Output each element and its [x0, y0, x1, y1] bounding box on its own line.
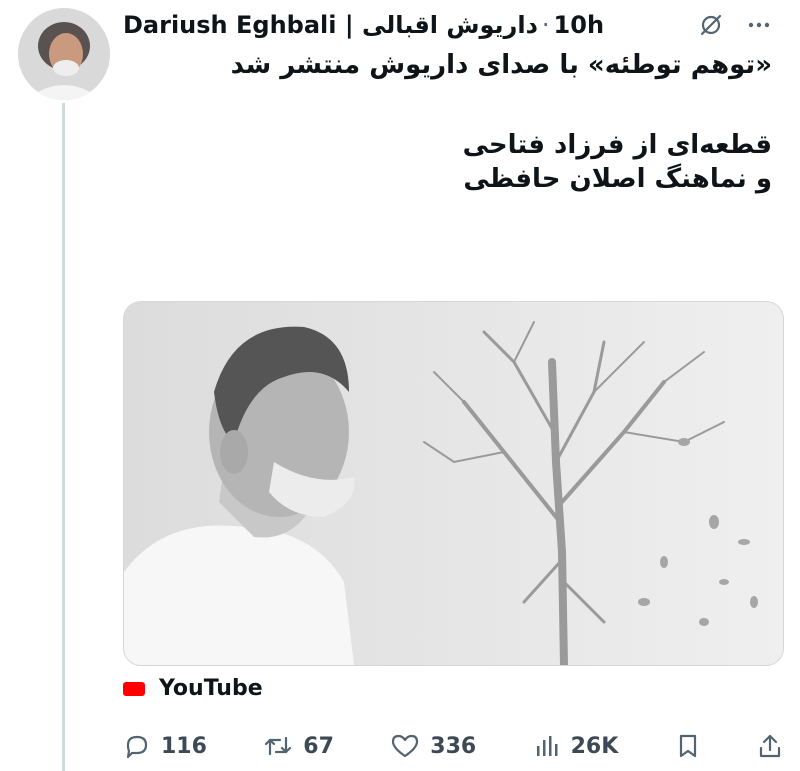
action-bar: 116 67 336 26K: [123, 731, 783, 761]
youtube-icon: [123, 681, 145, 696]
repost-count: 67: [303, 733, 334, 759]
header-separator: ·: [541, 11, 550, 39]
tweet-text-line-3: و نماهنگ اصلان حافظی: [463, 164, 772, 194]
author-avatar[interactable]: [18, 8, 110, 100]
views-button[interactable]: 26K: [533, 732, 619, 760]
link-source[interactable]: YouTube: [123, 676, 263, 701]
reply-count: 116: [161, 733, 207, 759]
views-count: 26K: [570, 733, 619, 759]
tweet-text-line-1: «توهم توطئه» با صدای داریوش منتشر شد: [230, 50, 772, 80]
link-card-image[interactable]: [123, 301, 784, 666]
like-button[interactable]: 336: [390, 732, 476, 760]
share-button[interactable]: [757, 732, 783, 760]
header-icons: [698, 12, 772, 38]
tweet-text-line-2: قطعه‌ای از فرزاد فتاحی: [462, 130, 772, 160]
grok-icon[interactable]: [698, 12, 724, 38]
reply-button[interactable]: 116: [123, 732, 207, 760]
thread-line: [62, 103, 65, 771]
bookmark-button[interactable]: [675, 732, 701, 760]
post-header: Dariush Eghbali | داریوش اقبالی · 10h: [123, 9, 604, 41]
more-icon[interactable]: [746, 12, 772, 38]
views-icon: [533, 732, 561, 760]
reply-icon: [123, 732, 151, 760]
like-icon: [390, 732, 420, 760]
bookmark-icon: [675, 732, 701, 760]
repost-button[interactable]: 67: [263, 732, 334, 760]
link-source-label: YouTube: [159, 676, 263, 701]
author-name[interactable]: Dariush Eghbali | داریوش اقبالی: [123, 11, 538, 39]
post-time[interactable]: 10h: [554, 11, 604, 39]
share-icon: [757, 732, 783, 760]
repost-icon: [263, 732, 293, 760]
like-count: 336: [430, 733, 477, 759]
